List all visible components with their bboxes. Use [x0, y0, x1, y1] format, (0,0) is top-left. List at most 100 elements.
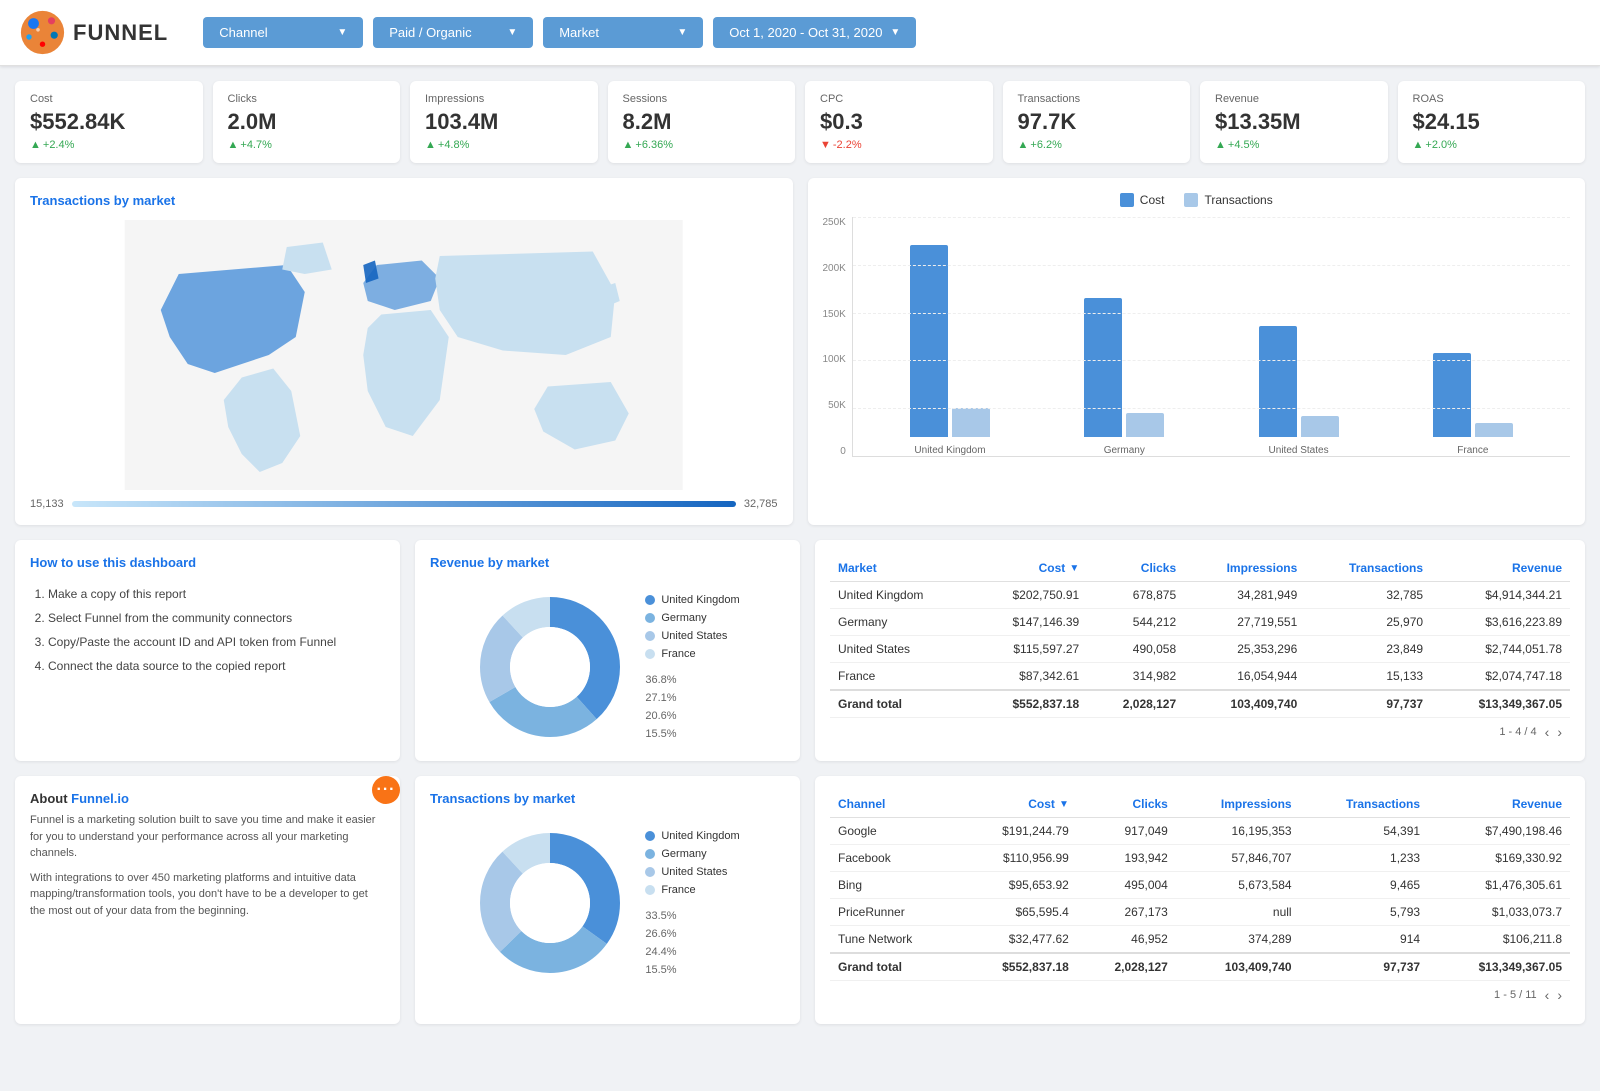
- market-dropdown[interactable]: Market ▼: [543, 17, 703, 48]
- bar-us-transactions: [1301, 416, 1339, 437]
- kpi-transactions-label: Transactions: [1018, 93, 1176, 105]
- col-transactions: Transactions: [1300, 791, 1428, 818]
- table-row: United Kingdom $202,750.91 678,875 34,28…: [830, 582, 1570, 609]
- channel-table-next-btn[interactable]: ›: [1557, 987, 1562, 1003]
- date-arrow: ▼: [890, 27, 900, 38]
- grid-line-250k: [853, 217, 1570, 218]
- kpi-roas-value: $24.15: [1413, 109, 1571, 135]
- kpi-transactions-value: 97.7K: [1018, 109, 1176, 135]
- how-to-step-2: Select Funnel from the community connect…: [48, 606, 385, 630]
- date-range-dropdown[interactable]: Oct 1, 2020 - Oct 31, 2020 ▼: [713, 17, 916, 48]
- kpi-transactions-arrow-icon: ▲: [1018, 139, 1029, 151]
- donut-pct-uk: 36.8%: [645, 674, 739, 686]
- donut-de-dot: [645, 613, 655, 623]
- kpi-cost-value: $552.84K: [30, 109, 188, 135]
- tx-legend-uk: United Kingdom: [645, 830, 739, 842]
- market-table-pagination: 1 - 4 / 4 ‹ ›: [830, 718, 1570, 746]
- table-row: Facebook $110,956.99 193,942 57,846,707 …: [830, 845, 1570, 872]
- bar-pair-us: [1259, 326, 1339, 437]
- header-dropdowns: Channel ▼ Paid / Organic ▼ Market ▼ Oct …: [203, 17, 1580, 48]
- table-row: Germany $147,146.39 544,212 27,719,551 2…: [830, 609, 1570, 636]
- bar-pair-fr: [1433, 353, 1513, 437]
- revenue-by-market-title: Revenue by market: [430, 555, 785, 570]
- kpi-impressions-value: 103.4M: [425, 109, 583, 135]
- y-axis: 250K 200K 150K 100K 50K 0: [823, 217, 852, 457]
- legend-transactions-dot: [1184, 193, 1198, 207]
- donut-legend: United Kingdom Germany United States Fra…: [645, 594, 739, 740]
- bar-fr-cost: [1433, 353, 1471, 437]
- kpi-sessions-value: 8.2M: [623, 109, 781, 135]
- tx-fr-dot: [645, 885, 655, 895]
- kpi-cpc-value: $0.3: [820, 109, 978, 135]
- how-to-panel: How to use this dashboard Make a copy of…: [15, 540, 400, 761]
- kpi-revenue-value: $13.35M: [1215, 109, 1373, 135]
- world-map: [30, 220, 778, 490]
- kpi-impressions-arrow-icon: ▲: [425, 139, 436, 151]
- kpi-row: Cost $552.84K ▲ +2.4% Clicks 2.0M ▲ +4.7…: [15, 81, 1585, 163]
- kpi-revenue: Revenue $13.35M ▲ +4.5%: [1200, 81, 1388, 163]
- bar-group-de: Germany: [1084, 298, 1164, 456]
- table-row: Google $191,244.79 917,049 16,195,353 54…: [830, 818, 1570, 845]
- table-row: Tune Network $32,477.62 46,952 374,289 9…: [830, 926, 1570, 954]
- col-market: Market: [830, 555, 972, 582]
- market-table-prev-btn[interactable]: ‹: [1545, 724, 1550, 740]
- more-options-button[interactable]: ···: [372, 776, 400, 804]
- market-table-next-btn[interactable]: ›: [1557, 724, 1562, 740]
- map-legend-bar: [72, 501, 736, 507]
- kpi-transactions: Transactions 97.7K ▲ +6.2%: [1003, 81, 1191, 163]
- tx-pct-de: 26.6%: [645, 928, 739, 940]
- donut-legend-fr: France: [645, 648, 739, 660]
- kpi-revenue-arrow-icon: ▲: [1215, 139, 1226, 151]
- grid-line-200k: [853, 265, 1570, 266]
- kpi-sessions-arrow-icon: ▲: [623, 139, 634, 151]
- funnel-io-link[interactable]: Funnel.io: [71, 791, 129, 806]
- bar-chart-area: United Kingdom Germany: [852, 217, 1570, 457]
- donut-pct-fr: 15.5%: [645, 728, 739, 740]
- col-impressions: Impressions: [1184, 555, 1305, 582]
- map-barchart-row: Transactions by market: [15, 178, 1585, 525]
- tx-legend-us: United States: [645, 866, 739, 878]
- table-row: France $87,342.61 314,982 16,054,944 15,…: [830, 663, 1570, 691]
- how-to-step-3: Copy/Paste the account ID and API token …: [48, 630, 385, 654]
- kpi-clicks-value: 2.0M: [228, 109, 386, 135]
- map-legend-min: 15,133: [30, 498, 64, 510]
- how-to-step-1: Make a copy of this report: [48, 582, 385, 606]
- bar-de-transactions: [1126, 413, 1164, 437]
- tx-uk-dot: [645, 831, 655, 841]
- kpi-clicks-change: ▲ +4.7%: [228, 139, 386, 151]
- grid-line-100k: [853, 360, 1570, 361]
- col-revenue: Revenue: [1431, 555, 1570, 582]
- channel-dropdown[interactable]: Channel ▼: [203, 17, 363, 48]
- kpi-cost: Cost $552.84K ▲ +2.4%: [15, 81, 203, 163]
- kpi-cost-arrow-icon: ▲: [30, 139, 41, 151]
- market-table-panel: Market Cost ▼ Clicks Impressions Transac…: [815, 540, 1585, 761]
- revenue-by-market-panel: Revenue by market United Kingdo: [415, 540, 800, 761]
- logo-icon: [20, 10, 65, 55]
- table-row: United States $115,597.27 490,058 25,353…: [830, 636, 1570, 663]
- channel-table-prev-btn[interactable]: ‹: [1545, 987, 1550, 1003]
- kpi-cost-label: Cost: [30, 93, 188, 105]
- bar-us-cost: [1259, 326, 1297, 437]
- kpi-clicks: Clicks 2.0M ▲ +4.7%: [213, 81, 401, 163]
- kpi-roas-arrow-icon: ▲: [1413, 139, 1424, 151]
- kpi-cpc-label: CPC: [820, 93, 978, 105]
- col-cost[interactable]: Cost ▼: [959, 791, 1077, 818]
- channel-dropdown-arrow: ▼: [337, 27, 347, 38]
- col-transactions: Transactions: [1305, 555, 1431, 582]
- tx-donut-chart: [475, 828, 625, 978]
- grid-line-50k: [853, 408, 1570, 409]
- legend-transactions: Transactions: [1184, 193, 1272, 207]
- kpi-roas-label: ROAS: [1413, 93, 1571, 105]
- how-to-steps: Make a copy of this report Select Funnel…: [30, 582, 385, 678]
- tx-legend-de: Germany: [645, 848, 739, 860]
- donut-us-dot: [645, 631, 655, 641]
- map-panel-title: Transactions by market: [30, 193, 778, 208]
- kpi-cpc-arrow-icon: ▼: [820, 139, 831, 151]
- paid-organic-dropdown[interactable]: Paid / Organic ▼: [373, 17, 533, 48]
- market-table-header: Market Cost ▼ Clicks Impressions Transac…: [830, 555, 1570, 582]
- tx-us-dot: [645, 867, 655, 877]
- market-arrow: ▼: [677, 27, 687, 38]
- bar-label-fr: France: [1457, 445, 1488, 456]
- col-cost[interactable]: Cost ▼: [972, 555, 1088, 582]
- kpi-sessions-label: Sessions: [623, 93, 781, 105]
